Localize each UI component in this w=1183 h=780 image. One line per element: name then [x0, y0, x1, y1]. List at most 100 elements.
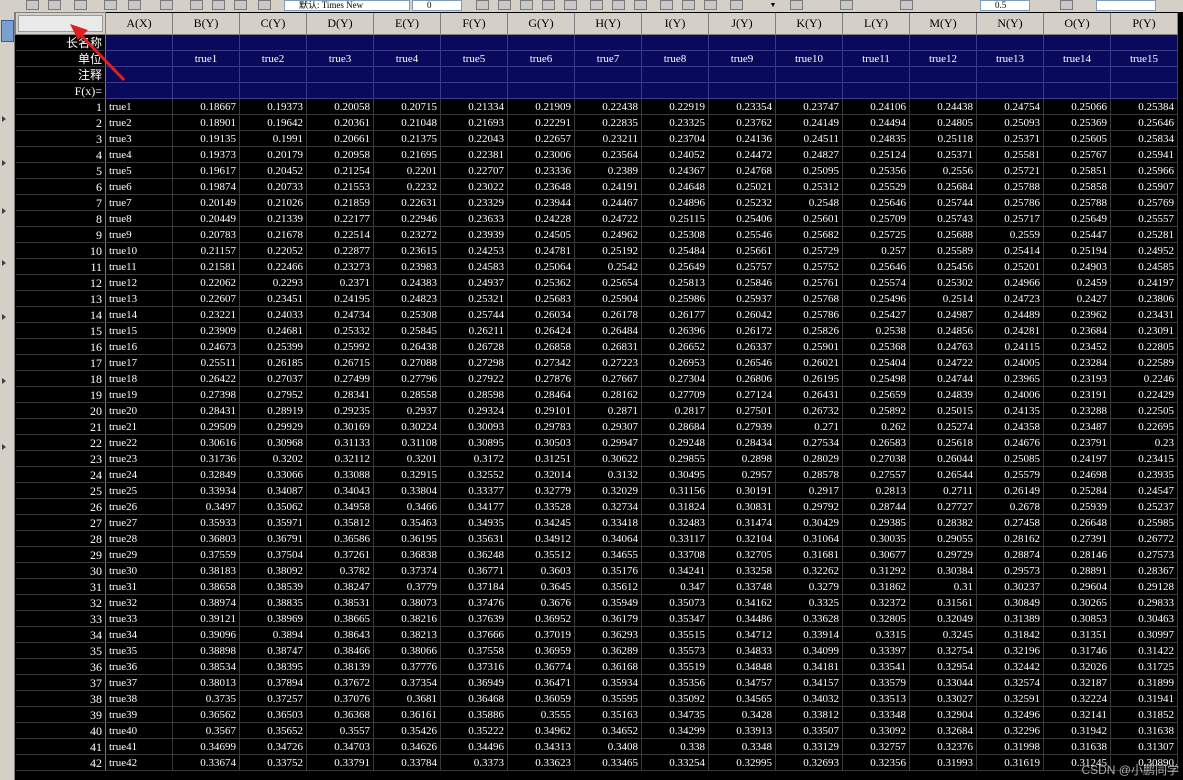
row-number[interactable]: 7: [15, 194, 106, 211]
data-cell[interactable]: 0.30677: [842, 546, 910, 563]
data-cell[interactable]: true30: [105, 562, 173, 579]
data-cell[interactable]: 0.30895: [440, 434, 508, 451]
row-number[interactable]: 20: [15, 402, 106, 419]
data-cell[interactable]: 0.34032: [775, 690, 843, 707]
data-cell[interactable]: 0.25813: [641, 274, 709, 291]
data-cell[interactable]: 0.30968: [239, 434, 307, 451]
data-cell[interactable]: 0.32224: [1043, 690, 1111, 707]
data-cell[interactable]: 0.23288: [1043, 402, 1111, 419]
collapse-marker-icon[interactable]: [2, 116, 6, 122]
data-cell[interactable]: 0.32754: [909, 642, 977, 659]
text-size-down-icon[interactable]: [634, 0, 647, 10]
data-cell[interactable]: 0.19874: [172, 178, 240, 195]
data-cell[interactable]: 0.23221: [172, 306, 240, 323]
line-color-icon[interactable]: [790, 0, 803, 10]
data-cell[interactable]: 0.26396: [641, 322, 709, 339]
data-cell[interactable]: 0.23747: [775, 98, 843, 115]
data-cell[interactable]: 0.20058: [306, 98, 374, 115]
meta-cell[interactable]: [641, 66, 709, 83]
data-cell[interactable]: 0.35356: [641, 674, 709, 691]
data-cell[interactable]: 0.2371: [306, 274, 374, 291]
data-cell[interactable]: 0.25118: [909, 130, 977, 147]
data-cell[interactable]: 0.33258: [708, 562, 776, 579]
data-cell[interactable]: 0.33791: [306, 754, 374, 771]
data-cell[interactable]: 0.31852: [1110, 706, 1178, 723]
data-cell[interactable]: 0.35886: [440, 706, 508, 723]
data-cell[interactable]: 0.31108: [373, 434, 441, 451]
column-header[interactable]: P(Y): [1110, 12, 1178, 35]
data-cell[interactable]: 0.29947: [574, 434, 642, 451]
data-cell[interactable]: 0.22514: [306, 226, 374, 243]
meta-cell[interactable]: [373, 34, 441, 51]
data-cell[interactable]: 0.34241: [641, 562, 709, 579]
data-cell[interactable]: 0.25851: [1043, 162, 1111, 179]
data-cell[interactable]: 0.38665: [306, 610, 374, 627]
data-cell[interactable]: 0.2817: [641, 402, 709, 419]
data-cell[interactable]: 0.33708: [641, 546, 709, 563]
data-cell[interactable]: 0.24962: [574, 226, 642, 243]
data-cell[interactable]: true13: [105, 290, 173, 307]
meta-cell[interactable]: true13: [976, 50, 1044, 67]
data-cell[interactable]: 0.32693: [775, 754, 843, 771]
meta-cell[interactable]: true10: [775, 50, 843, 67]
row-number[interactable]: 3: [15, 130, 106, 147]
row-number[interactable]: 33: [15, 610, 106, 627]
data-cell[interactable]: 0.32296: [976, 722, 1044, 739]
data-cell[interactable]: 0.26831: [574, 338, 642, 355]
data-cell[interactable]: 0.25907: [1110, 178, 1178, 195]
table-icon[interactable]: [48, 0, 61, 10]
data-cell[interactable]: 0.35163: [574, 706, 642, 723]
data-cell[interactable]: 0.30997: [1110, 626, 1178, 643]
data-cell[interactable]: 0.24149: [775, 114, 843, 131]
data-cell[interactable]: true19: [105, 386, 173, 403]
data-cell[interactable]: 0.25529: [842, 178, 910, 195]
data-cell[interactable]: true35: [105, 642, 173, 659]
data-cell[interactable]: 0.33541: [842, 658, 910, 675]
data-cell[interactable]: 0.20733: [239, 178, 307, 195]
data-cell[interactable]: 0.19617: [172, 162, 240, 179]
collapse-marker-icon[interactable]: [2, 314, 6, 320]
data-cell[interactable]: 0.38534: [172, 658, 240, 675]
data-cell[interactable]: 0.32014: [507, 466, 575, 483]
data-cell[interactable]: 0.34162: [708, 594, 776, 611]
data-cell[interactable]: 0.36471: [507, 674, 575, 691]
meta-cell[interactable]: [105, 50, 173, 67]
data-cell[interactable]: 0.22438: [574, 98, 642, 115]
data-cell[interactable]: 0.36368: [306, 706, 374, 723]
data-cell[interactable]: true25: [105, 482, 173, 499]
row-number[interactable]: 24: [15, 466, 106, 483]
data-cell[interactable]: 0.3315: [842, 626, 910, 643]
data-cell[interactable]: 0.34757: [708, 674, 776, 691]
row-number[interactable]: 27: [15, 514, 106, 531]
data-cell[interactable]: 0.25064: [507, 258, 575, 275]
data-cell[interactable]: 0.24228: [507, 210, 575, 227]
data-cell[interactable]: 0.25904: [574, 290, 642, 307]
data-cell[interactable]: 0.24966: [976, 274, 1044, 291]
row-number[interactable]: 29: [15, 546, 106, 563]
data-cell[interactable]: 0.25941: [1110, 146, 1178, 163]
data-cell[interactable]: 0.22429: [1110, 386, 1178, 403]
data-cell[interactable]: 0.3603: [507, 562, 575, 579]
data-cell[interactable]: 0.23806: [1110, 290, 1178, 307]
data-cell[interactable]: 0.23354: [708, 98, 776, 115]
data-cell[interactable]: 0.30384: [909, 562, 977, 579]
data-cell[interactable]: 0.24367: [641, 162, 709, 179]
meta-cell[interactable]: true7: [574, 50, 642, 67]
data-cell[interactable]: 0.20452: [239, 162, 307, 179]
row-number[interactable]: 37: [15, 674, 106, 691]
row-number[interactable]: 14: [15, 306, 106, 323]
data-cell[interactable]: 0.27398: [172, 386, 240, 403]
data-cell[interactable]: 0.22381: [440, 146, 508, 163]
meta-cell[interactable]: [1110, 66, 1178, 83]
data-cell[interactable]: 0.25456: [909, 258, 977, 275]
data-cell[interactable]: true37: [105, 674, 173, 691]
alpha-icon[interactable]: [590, 0, 603, 10]
data-cell[interactable]: true36: [105, 658, 173, 675]
data-cell[interactable]: 0.30237: [976, 578, 1044, 595]
align-right-icon[interactable]: [704, 0, 717, 10]
data-cell[interactable]: 0.32849: [172, 466, 240, 483]
data-cell[interactable]: 0.21157: [172, 242, 240, 259]
data-cell[interactable]: 0.20958: [306, 146, 374, 163]
data-cell[interactable]: 0.34912: [507, 530, 575, 547]
data-cell[interactable]: 0.23211: [574, 130, 642, 147]
